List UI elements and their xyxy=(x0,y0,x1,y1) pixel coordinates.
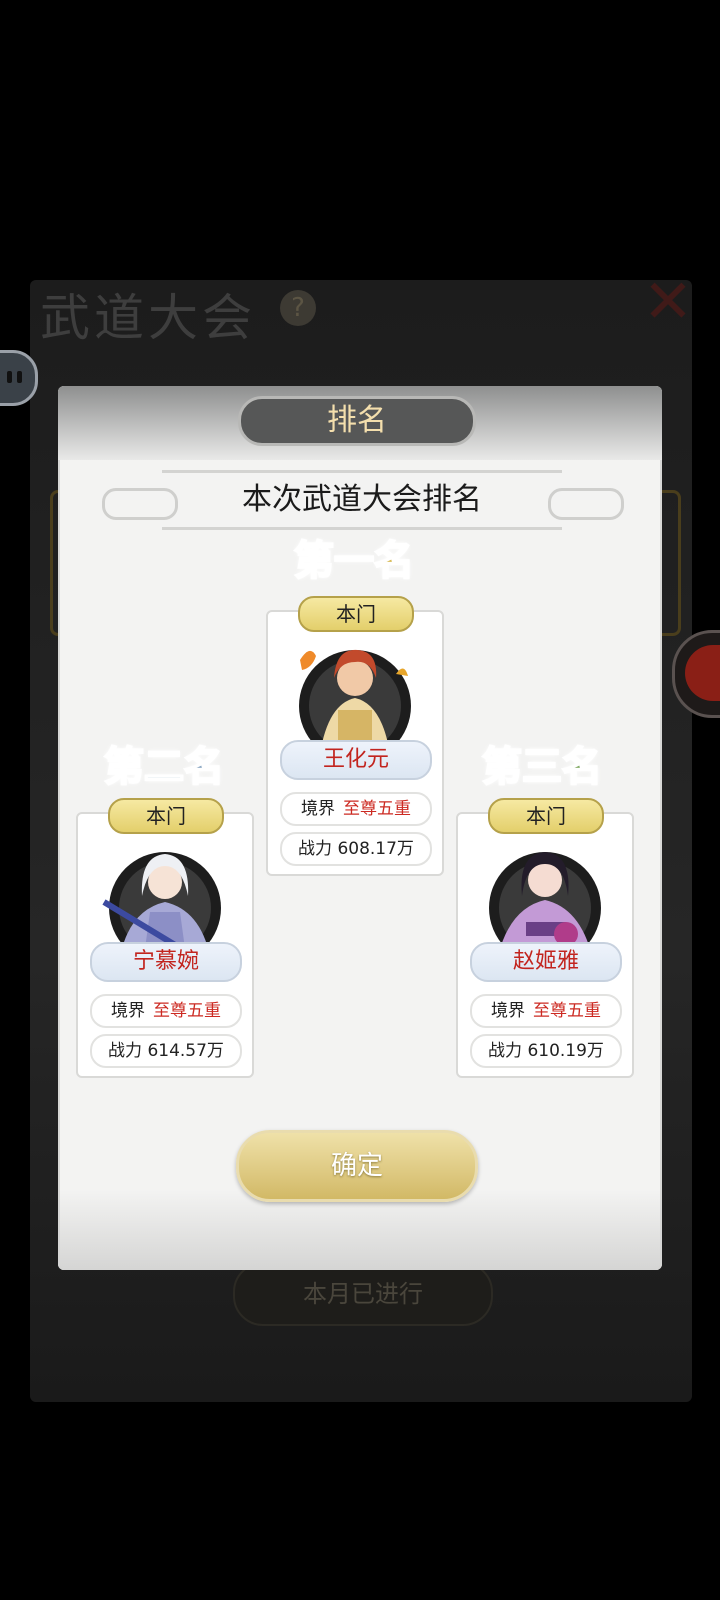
help-icon[interactable]: ? xyxy=(280,290,316,326)
player-name: 赵姬雅 xyxy=(470,942,622,982)
dialog-footer-decoration xyxy=(58,1190,662,1270)
sect-badge: 本门 xyxy=(108,798,224,834)
dialog-tab-title: 排名 xyxy=(238,396,476,446)
realm-value: 至尊五重 xyxy=(533,1001,601,1021)
sect-badge: 本门 xyxy=(298,596,414,632)
background-title: 武道大会 xyxy=(40,289,256,347)
sect-badge: 本门 xyxy=(488,798,604,834)
player-name: 王化元 xyxy=(280,740,432,780)
rank-second-label: 第二名 xyxy=(103,742,225,791)
player-card-second[interactable]: 本门 宁慕婉 境界 至尊五重 战力 614.57万 xyxy=(76,798,254,1078)
realm-label: 境界 xyxy=(491,1001,525,1021)
power-row: 战力 610.19万 xyxy=(470,1034,622,1068)
realm-label: 境界 xyxy=(301,799,335,819)
realm-value: 至尊五重 xyxy=(153,1001,221,1021)
player-card-third[interactable]: 本门 赵姬雅 境界 至尊五重 战力 610.19万 xyxy=(456,798,634,1078)
rank-first-label: 第一名 xyxy=(293,536,415,585)
close-icon[interactable]: ✕ xyxy=(640,272,696,332)
rank-third-label: 第三名 xyxy=(481,742,603,791)
realm-value: 至尊五重 xyxy=(343,799,411,819)
ranking-dialog: 排名 本次武道大会排名 第一名 第二名 第三名 本门 王化元 境界 至尊五重 战力… xyxy=(58,386,662,1270)
player-card-first[interactable]: 本门 王化元 境界 至尊五重 战力 608.17万 xyxy=(266,596,444,876)
power-row: 战力 614.57万 xyxy=(90,1034,242,1068)
month-status-button[interactable]: 本月已进行 xyxy=(233,1262,493,1326)
confirm-button[interactable]: 确定 xyxy=(236,1130,478,1202)
realm-label: 境界 xyxy=(111,1001,145,1021)
character-portrait xyxy=(280,634,430,754)
realm-row: 境界 至尊五重 xyxy=(280,792,432,826)
character-portrait xyxy=(470,836,620,956)
realm-row: 境界 至尊五重 xyxy=(470,994,622,1028)
ranking-subtitle: 本次武道大会排名 xyxy=(162,470,562,530)
power-row: 战力 608.17万 xyxy=(280,832,432,866)
character-portrait xyxy=(90,836,240,956)
realm-row: 境界 至尊五重 xyxy=(90,994,242,1028)
player-name: 宁慕婉 xyxy=(90,942,242,982)
